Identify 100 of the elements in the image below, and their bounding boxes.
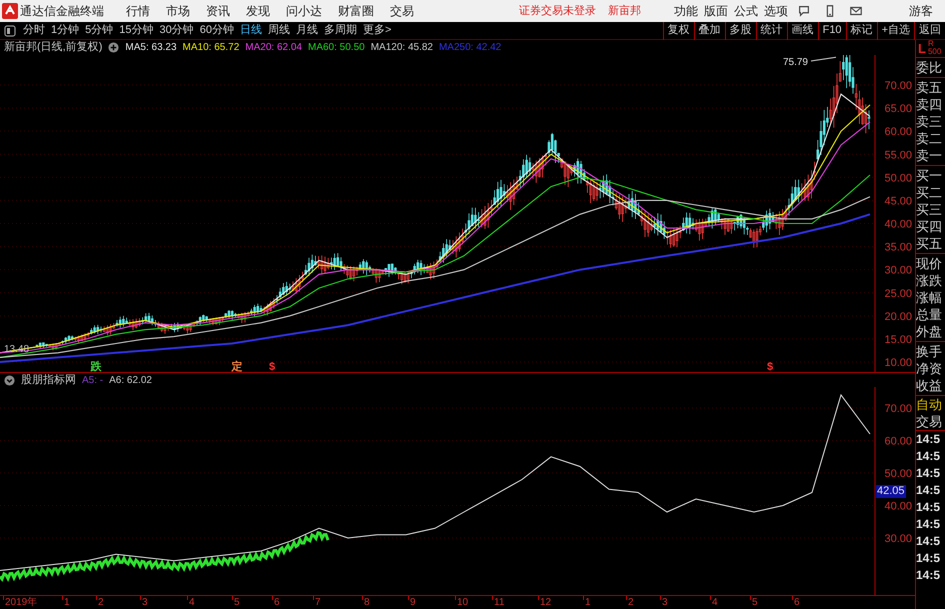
axis-label: 65.00 [884, 103, 912, 116]
period-tab[interactable]: 多周期 [321, 22, 360, 39]
quote-label: 换手 [916, 343, 943, 360]
period-tab[interactable]: 60分钟 [196, 22, 237, 39]
signal-mark: $ [766, 361, 774, 372]
axis-label: 4 [711, 596, 718, 609]
quote-label: 收益 [916, 377, 943, 394]
menu-item[interactable]: 行情 [118, 2, 158, 20]
toolbar-button[interactable]: +自选 [876, 22, 914, 40]
quote-label: 买二 [916, 184, 943, 201]
toolbar-button[interactable]: 标记 [846, 22, 877, 40]
period-tab[interactable]: 月线 [293, 22, 321, 39]
axis-label: 5 [233, 596, 240, 609]
menu-item[interactable]: 财富圈 [330, 2, 382, 20]
time-label: 14:5 [916, 482, 942, 499]
time-label: 14:5 [916, 516, 942, 533]
axis-label: 6 [273, 596, 280, 609]
chart-title: 股朋指标网 [21, 372, 76, 388]
toolbar-button[interactable]: 多股 [724, 22, 756, 40]
menu-item[interactable]: 选项 [761, 2, 791, 20]
toolbar-button[interactable]: 复权 [662, 22, 694, 40]
axis-label: 40.00 [884, 218, 912, 230]
quote-label: 净资 [916, 360, 943, 377]
axis-label: 9 [409, 596, 416, 609]
period-tab[interactable]: 周线 [265, 22, 293, 39]
menu-item[interactable]: 版面 [701, 2, 731, 20]
axis-label: 3 [141, 596, 148, 609]
quote-label: 买五 [916, 235, 943, 252]
menu-item[interactable]: 问小达 [278, 2, 330, 20]
axis-label: 60.00 [884, 126, 912, 138]
app-title: 通达信金融终端 [20, 3, 104, 20]
indicator-value: A6: 62.02 [109, 374, 152, 388]
axis-label: 50.00 [884, 468, 912, 480]
menu-item[interactable]: 交易 [382, 2, 422, 20]
axis-label: 50.00 [884, 172, 912, 184]
axis-label: 2 [627, 596, 634, 609]
time-label: 14:5 [916, 567, 942, 584]
quote-label: 卖一 [916, 147, 943, 164]
period-tab[interactable]: 15分钟 [116, 22, 156, 39]
chart-title: 新亩邦(日线,前复权) [4, 40, 102, 56]
time-label: 14:5 [916, 465, 942, 482]
menu-item[interactable]: 发现 [238, 2, 278, 20]
axis-label: 8 [363, 596, 370, 609]
quote-label: 总量 [916, 306, 943, 323]
quote-label: 买一 [916, 167, 943, 184]
panel-label: R [928, 40, 935, 48]
quote-label: 涨幅 [916, 289, 943, 306]
menu-item[interactable]: 公式 [731, 2, 761, 20]
axis-label: 2019年 [4, 596, 38, 609]
toolbar-button[interactable]: 叠加 [694, 22, 725, 40]
period-tab[interactable]: 分时 [20, 22, 48, 39]
axis-label: 1 [63, 596, 70, 609]
panel-label: 500 [928, 48, 942, 56]
signal-mark: 定 [232, 361, 242, 372]
login-status[interactable]: 证券交易未登录 [519, 2, 596, 20]
quote-label: 卖四 [916, 96, 943, 113]
toolbar-button[interactable]: 返回 [914, 22, 945, 40]
period-tab[interactable]: 5分钟 [82, 22, 116, 39]
time-label: 14:5 [916, 431, 942, 448]
quote-label: 卖三 [916, 113, 943, 130]
indicator-value: A5: - [82, 374, 104, 388]
trade-label: 交易 [916, 413, 945, 431]
user-name[interactable]: 游客 [909, 2, 933, 20]
indicator-value: MA10: 65.72 [182, 41, 240, 55]
time-label: 14:5 [916, 533, 942, 550]
period-tab[interactable]: 日线 [237, 22, 265, 39]
menu-item[interactable]: 资讯 [198, 2, 238, 20]
current-value-label: 42.05 [876, 484, 906, 498]
indicator-value: MA250: 42.42 [438, 41, 502, 55]
quote-label: 委比 [916, 59, 943, 76]
quote-label: 买三 [916, 201, 943, 218]
quote-label: 卖五 [916, 79, 943, 96]
signal-mark: 跌 [90, 361, 102, 372]
period-tab[interactable]: 30分钟 [156, 22, 197, 39]
axis-label: 12 [539, 596, 552, 609]
period-tab[interactable]: 1分钟 [48, 22, 82, 39]
axis-label: 4 [188, 596, 195, 609]
period-tab[interactable]: 更多> [360, 22, 394, 39]
toolbar-button[interactable]: 统计 [756, 22, 787, 40]
axis-label: 35.00 [884, 242, 912, 254]
quote-label: 卖二 [916, 130, 943, 147]
high-price-label: 75.79 [782, 57, 808, 68]
menu-item[interactable]: 市场 [158, 2, 198, 20]
menu-item[interactable]: 功能 [671, 2, 701, 20]
axis-label: 40.00 [884, 500, 912, 512]
axis-label: 10 [456, 596, 468, 609]
time-label: 14:5 [916, 550, 942, 567]
indicator-value: MA120: 45.82 [370, 41, 433, 55]
toolbar-button[interactable]: F10 [818, 22, 846, 40]
indicator-value: MA5: 63.23 [125, 41, 177, 55]
axis-label: 20.00 [884, 310, 912, 323]
axis-label: 5 [751, 596, 758, 609]
axis-label: 2 [97, 596, 104, 609]
toolbar-button[interactable]: 画线 [786, 22, 818, 40]
panel-label: L [918, 40, 926, 57]
axis-label: 70.00 [884, 403, 912, 415]
quote-label: 买四 [916, 218, 943, 235]
axis-label: 10.00 [884, 357, 912, 369]
quote-label: 外盘 [916, 323, 943, 340]
axis-label: 60.00 [884, 436, 912, 448]
